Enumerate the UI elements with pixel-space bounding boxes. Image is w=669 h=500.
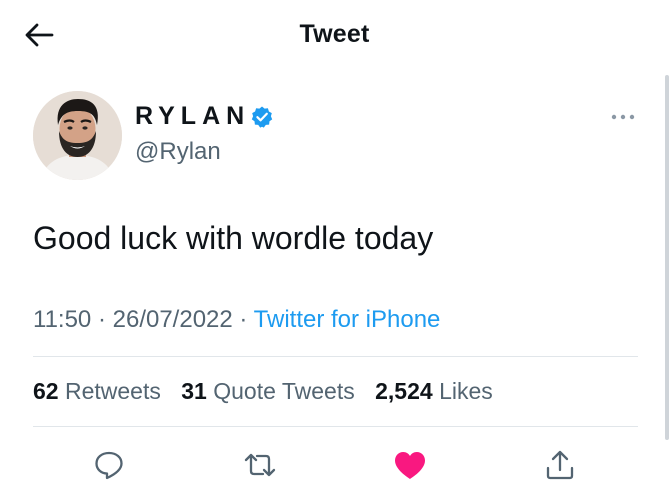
top-bar: Tweet [0, 0, 669, 70]
meta-separator: · [239, 306, 248, 333]
likes-stat[interactable]: 2,524 Likes [375, 378, 493, 404]
reply-bubble-icon [95, 451, 123, 480]
likes-label: Likes [439, 378, 493, 404]
tweet-date[interactable]: 26/07/2022 [113, 306, 233, 333]
quote-tweets-count: 31 [181, 378, 207, 404]
divider [33, 356, 638, 357]
likes-count: 2,524 [375, 378, 433, 404]
tweet-source-link[interactable]: Twitter for iPhone [254, 306, 441, 333]
tweet-actions-bar [0, 445, 669, 485]
retweet-button[interactable] [240, 445, 280, 485]
retweet-icon [244, 453, 276, 477]
verified-badge-icon [251, 106, 273, 128]
quote-tweets-stat[interactable]: 31 Quote Tweets [181, 378, 354, 404]
author-handle[interactable]: @Rylan [135, 138, 221, 166]
avatar[interactable] [33, 91, 122, 180]
tweet-text: Good luck with wordle today [33, 220, 434, 256]
share-icon [546, 450, 574, 480]
tweet-stats: 62 Retweets 31 Quote Tweets 2,524 Likes [33, 378, 507, 405]
tweet-time[interactable]: 11:50 [33, 306, 91, 333]
tweet-metadata: 11:50 · 26/07/2022 · Twitter for iPhone [33, 306, 440, 334]
author-display-name[interactable]: RYLAN [135, 102, 250, 131]
divider [33, 426, 638, 427]
scrollbar[interactable] [665, 75, 669, 440]
heart-filled-icon [395, 452, 425, 479]
author-name-row[interactable]: RYLAN [135, 102, 274, 131]
retweets-count: 62 [33, 378, 59, 404]
quote-tweets-label: Quote Tweets [213, 378, 355, 404]
reply-button[interactable] [89, 445, 129, 485]
page-title: Tweet [299, 20, 370, 48]
more-dots-icon [611, 114, 635, 120]
more-options-button[interactable] [606, 105, 640, 129]
retweets-label: Retweets [64, 378, 161, 404]
retweets-stat[interactable]: 62 Retweets [33, 378, 161, 404]
meta-separator: · [97, 306, 106, 333]
like-button[interactable] [390, 445, 430, 485]
share-button[interactable] [540, 445, 580, 485]
